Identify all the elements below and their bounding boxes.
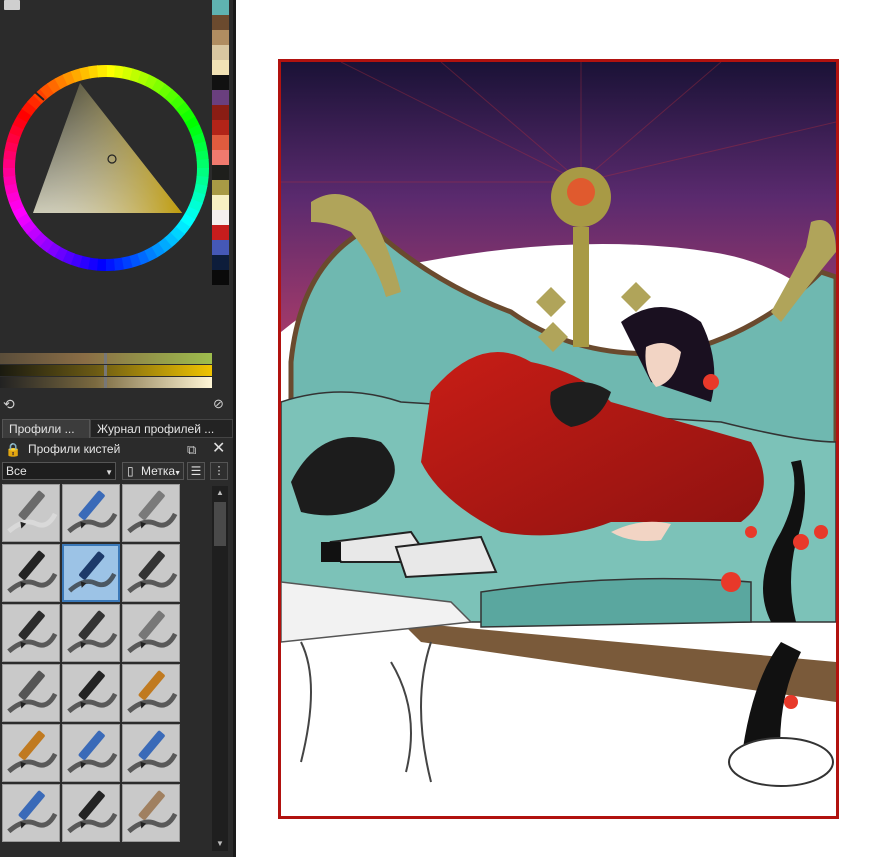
history-bar-3[interactable] bbox=[0, 377, 212, 388]
chevron-down-icon: ▼ bbox=[174, 470, 181, 477]
left-docker-panel: ⟲ ⊘ Профили ... Журнал профилей ... 🔒 Пр… bbox=[0, 0, 236, 857]
palette-swatch[interactable] bbox=[212, 195, 229, 210]
palette-swatch[interactable] bbox=[212, 180, 229, 195]
color-wheel[interactable] bbox=[0, 62, 212, 274]
palette-swatch[interactable] bbox=[212, 210, 229, 225]
brush-preset-ink-pen-selected[interactable] bbox=[62, 544, 120, 602]
reset-icon[interactable]: ⟲ bbox=[3, 397, 17, 411]
brush-filter-select[interactable]: Все ▼ bbox=[2, 462, 116, 480]
palette-swatch[interactable] bbox=[212, 45, 229, 60]
docker-menu-icon[interactable] bbox=[4, 0, 20, 10]
brush-preset-grid bbox=[2, 484, 182, 857]
brush-preset-pencil-orange-2[interactable] bbox=[2, 724, 60, 782]
bookmark-icon: ▯ bbox=[127, 464, 134, 478]
palette-swatches bbox=[212, 0, 229, 305]
brush-preset-fineliner[interactable] bbox=[62, 664, 120, 722]
artwork-illustration bbox=[281, 62, 836, 787]
brush-preset-marker-pen-3[interactable] bbox=[62, 604, 120, 662]
brush-preset-marker-pen[interactable] bbox=[122, 544, 180, 602]
tag-label: Метка bbox=[141, 464, 176, 478]
chevron-down-icon: ▼ bbox=[105, 468, 113, 477]
float-docker-icon[interactable]: ⧉ bbox=[187, 442, 202, 457]
brush-filter-value: Все bbox=[6, 464, 27, 478]
palette-swatch[interactable] bbox=[212, 255, 229, 270]
scroll-up-icon[interactable]: ▲ bbox=[212, 486, 228, 500]
palette-swatch[interactable] bbox=[212, 165, 229, 180]
close-icon[interactable]: ✕ bbox=[212, 441, 227, 457]
brush-scrollbar[interactable]: ▲ ▼ bbox=[212, 486, 228, 851]
brush-preset-pencil-blue[interactable] bbox=[62, 724, 120, 782]
palette-swatch[interactable] bbox=[212, 225, 229, 240]
brush-preset-eraser-pen-brush[interactable] bbox=[62, 484, 120, 542]
palette-swatch[interactable] bbox=[212, 60, 229, 75]
palette-swatch[interactable] bbox=[212, 0, 229, 15]
brush-filter-row: Все ▼ ▯ Метка ▼ ☰ ⋮ bbox=[0, 461, 233, 483]
color-selector[interactable] bbox=[0, 62, 212, 274]
palette-swatch[interactable] bbox=[212, 135, 229, 150]
palette-swatch[interactable] bbox=[212, 75, 229, 90]
tag-button[interactable]: ▯ Метка ▼ bbox=[122, 462, 184, 480]
palette-swatch[interactable] bbox=[212, 90, 229, 105]
brush-preset-pencil-orange[interactable] bbox=[122, 664, 180, 722]
scroll-down-icon[interactable]: ▼ bbox=[212, 837, 228, 851]
history-bar-2[interactable] bbox=[0, 365, 212, 376]
clear-icon[interactable]: ⊘ bbox=[213, 397, 227, 411]
history-bar-1[interactable] bbox=[0, 353, 212, 364]
palette-swatch[interactable] bbox=[212, 150, 229, 165]
info-icon[interactable]: ⋮ bbox=[210, 462, 228, 480]
color-history-bars[interactable] bbox=[0, 353, 212, 389]
brush-preset-airbrush-soft[interactable] bbox=[2, 544, 60, 602]
lock-icon[interactable]: 🔒 bbox=[5, 442, 21, 457]
palette-swatch[interactable] bbox=[212, 240, 229, 255]
brush-preset-pencil-dark[interactable] bbox=[62, 784, 120, 842]
brush-preset-pencil-blue-3[interactable] bbox=[2, 784, 60, 842]
brush-docker-title: Профили кистей bbox=[28, 442, 121, 456]
artwork-canvas[interactable] bbox=[278, 59, 839, 819]
palette-swatch[interactable] bbox=[212, 30, 229, 45]
palette-swatch[interactable] bbox=[212, 120, 229, 135]
tab-brush-presets[interactable]: Профили ... bbox=[2, 419, 90, 438]
docker-tabs: Профили ... Журнал профилей ... bbox=[0, 419, 233, 438]
brush-preset-pencil-blue-2[interactable] bbox=[122, 724, 180, 782]
brush-preset-pencil-tan[interactable] bbox=[122, 784, 180, 842]
brush-preset-blur-brush[interactable] bbox=[122, 484, 180, 542]
brush-preset-pencil-grey[interactable] bbox=[2, 664, 60, 722]
palette-swatch[interactable] bbox=[212, 15, 229, 30]
palette-swatch[interactable] bbox=[212, 270, 229, 285]
tab-brush-history[interactable]: Журнал профилей ... bbox=[90, 419, 233, 438]
brush-preset-eraser-brush[interactable] bbox=[2, 484, 60, 542]
canvas-area[interactable] bbox=[236, 0, 896, 857]
brush-preset-marker-pen-4[interactable] bbox=[122, 604, 180, 662]
palette-swatch[interactable] bbox=[212, 105, 229, 120]
scroll-thumb[interactable] bbox=[214, 502, 226, 546]
brush-preset-marker-pen-2[interactable] bbox=[2, 604, 60, 662]
menu-icon[interactable]: ☰ bbox=[187, 462, 205, 480]
brush-docker-header: 🔒 Профили кистей ⧉ ✕ bbox=[0, 439, 233, 461]
